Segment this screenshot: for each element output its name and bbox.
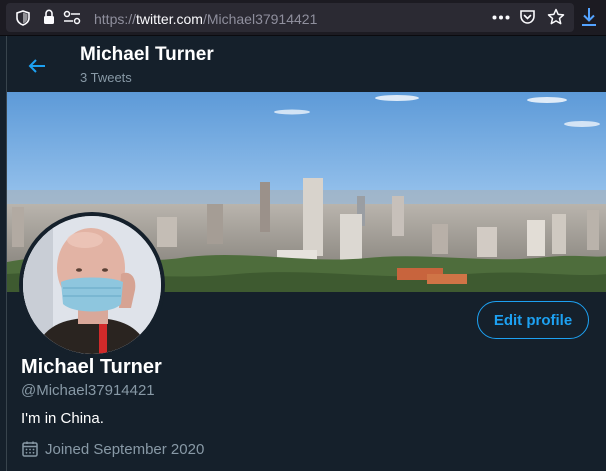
profile-name: Michael Turner <box>21 356 162 378</box>
shield-icon[interactable] <box>16 10 30 26</box>
url-scheme: https:// <box>94 11 137 27</box>
lock-icon[interactable] <box>43 9 55 25</box>
joined-text: Joined September 2020 <box>45 440 205 458</box>
url-field[interactable]: https://twitter.com/Michael37914421 <box>6 3 574 32</box>
tweet-count: 3 Tweets <box>80 70 132 85</box>
profile-handle: @Michael37914421 <box>21 382 155 399</box>
joined-date: Joined September 2020 <box>21 440 204 458</box>
url-domain: twitter.com <box>136 11 203 27</box>
arrow-left-icon <box>28 59 45 73</box>
header-name: Michael Turner <box>80 44 214 65</box>
url-text: https://twitter.com/Michael37914421 <box>94 11 317 27</box>
profile-bio: I'm in China. <box>21 410 104 427</box>
pocket-icon[interactable] <box>519 9 536 25</box>
edit-profile-button[interactable]: Edit profile <box>477 301 589 339</box>
permissions-icon[interactable] <box>63 10 81 25</box>
avatar-photo <box>23 216 161 354</box>
browser-toolbar: https://twitter.com/Michael37914421 <box>0 0 606 36</box>
star-icon[interactable] <box>547 8 565 26</box>
download-icon[interactable] <box>580 6 598 28</box>
url-path: /Michael37914421 <box>202 11 318 27</box>
calendar-icon <box>22 441 38 457</box>
back-button[interactable] <box>19 48 55 84</box>
profile-page: Michael Turner 3 Tweets Edit profile Mic… <box>6 36 606 471</box>
more-icon[interactable] <box>492 15 510 20</box>
profile-avatar[interactable] <box>19 212 165 358</box>
